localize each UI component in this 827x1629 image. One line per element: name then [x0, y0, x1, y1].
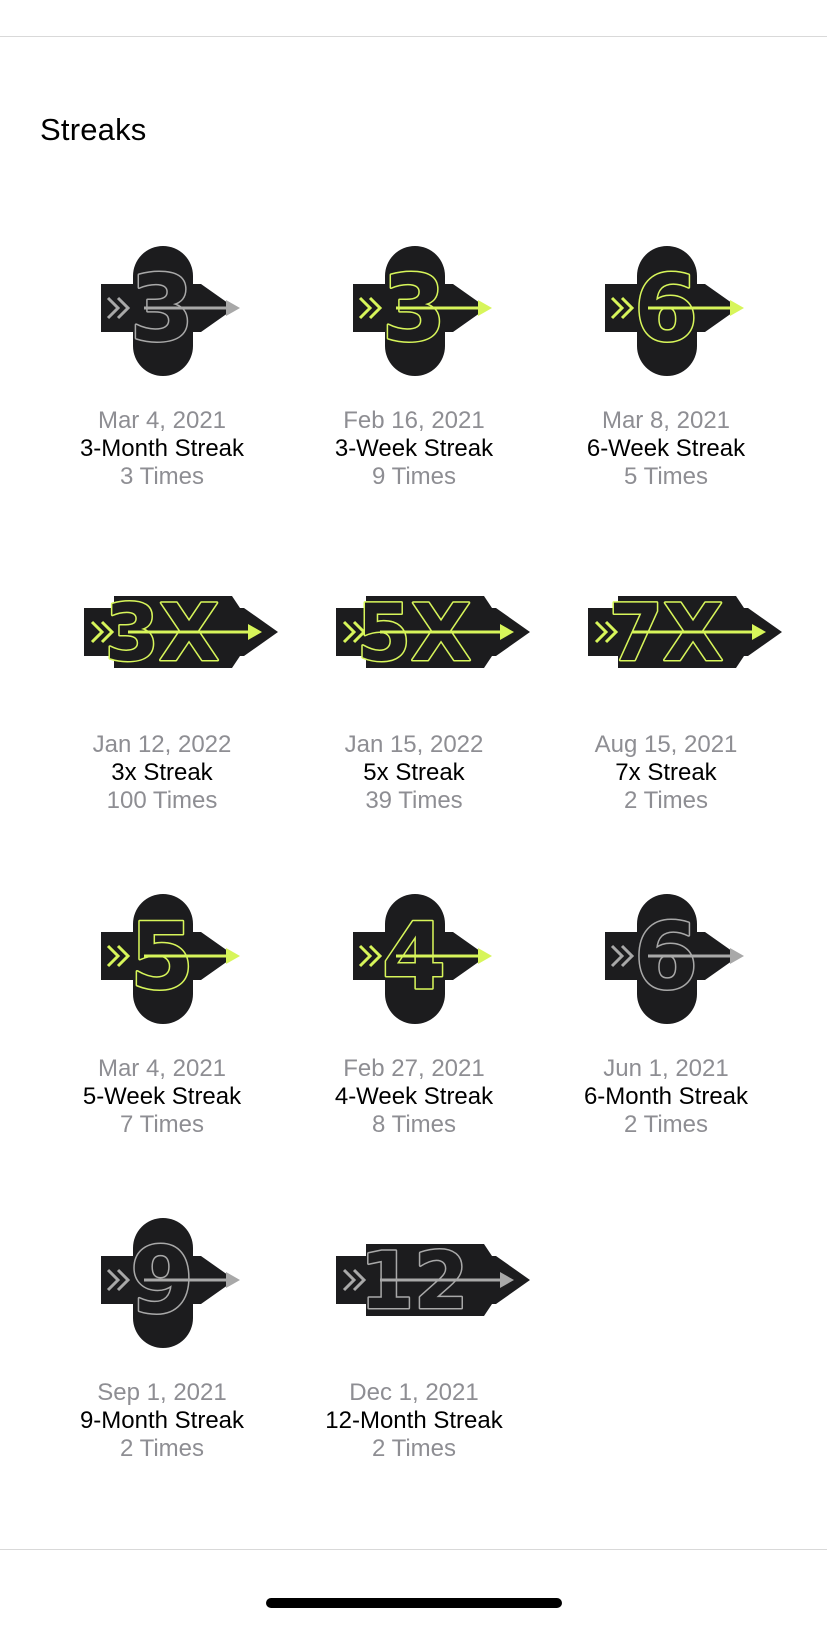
streak-card[interactable]: 5 Mar 4, 2021 5-Week Streak 7 Times: [36, 880, 288, 1180]
streak-5-badge-icon: 5: [36, 880, 288, 1050]
badge-number: 12: [360, 1237, 469, 1327]
streak-card[interactable]: 12 Dec 1, 2021 12-Month Streak 2 Times: [288, 1204, 540, 1504]
badge-count: 100 Times: [106, 787, 218, 814]
streak-4-badge-icon: 4: [288, 880, 540, 1050]
streak-card[interactable]: 3 Feb 16, 2021 3-Week Streak 9 Times: [288, 232, 540, 532]
badge-count: 2 Times: [623, 1111, 709, 1138]
badge-date: Jan 12, 2022: [92, 731, 232, 758]
streak-card[interactable]: 6 Mar 8, 2021 6-Week Streak 5 Times: [540, 232, 792, 532]
arrow-head-icon: [730, 948, 744, 964]
badge-date: Feb 16, 2021: [343, 407, 485, 434]
badge-name: 5x Streak: [363, 759, 465, 786]
badge-count: 39 Times: [365, 787, 463, 814]
badge-count: 9 Times: [371, 463, 457, 490]
badge-name: 7x Streak: [615, 759, 717, 786]
badge-date: Dec 1, 2021: [349, 1379, 479, 1406]
streak-6-badge-icon: 6: [540, 232, 792, 402]
badge-name: 9-Month Streak: [79, 1407, 245, 1434]
arrow-head-icon: [730, 300, 744, 316]
badge-name: 6-Month Streak: [583, 1083, 749, 1110]
badge-date: Jun 1, 2021: [603, 1055, 729, 1082]
badge-number: 7X: [609, 589, 723, 679]
badge-date: Mar 4, 2021: [97, 1055, 227, 1082]
streaks-grid: 3 Mar 4, 2021 3-Month Streak 3 Times 3 F…: [0, 0, 827, 1629]
badge-count: 7 Times: [119, 1111, 205, 1138]
badge-name: 5-Week Streak: [82, 1083, 242, 1110]
streak-card[interactable]: 9 Sep 1, 2021 9-Month Streak 2 Times: [36, 1204, 288, 1504]
badge-number: 3X: [105, 589, 219, 679]
badge-name: 4-Week Streak: [334, 1083, 494, 1110]
badge-count: 2 Times: [371, 1435, 457, 1462]
streak-12-badge-icon: 12: [288, 1204, 540, 1374]
badge-name: 6-Week Streak: [586, 435, 746, 462]
badge-date: Jan 15, 2022: [344, 731, 484, 758]
arrow-head-icon: [478, 948, 492, 964]
streak-3x-badge-icon: 3X: [36, 556, 288, 726]
arrow-head-icon: [226, 948, 240, 964]
arrow-head-icon: [226, 1272, 240, 1288]
badge-date: Mar 4, 2021: [97, 407, 227, 434]
streak-card[interactable]: 3X Jan 12, 2022 3x Streak 100 Times: [36, 556, 288, 856]
streak-9-badge-icon: 9: [36, 1204, 288, 1374]
bottom-divider: [0, 1549, 827, 1550]
streak-card[interactable]: 5X Jan 15, 2022 5x Streak 39 Times: [288, 556, 540, 856]
streak-card[interactable]: 4 Feb 27, 2021 4-Week Streak 8 Times: [288, 880, 540, 1180]
arrow-head-icon: [478, 300, 492, 316]
badge-count: 3 Times: [119, 463, 205, 490]
badge-count: 2 Times: [119, 1435, 205, 1462]
streak-7x-badge-icon: 7X: [540, 556, 792, 726]
badge-count: 8 Times: [371, 1111, 457, 1138]
streak-3-badge-icon: 3: [36, 232, 288, 402]
badge-number: 5X: [357, 589, 471, 679]
badge-date: Feb 27, 2021: [343, 1055, 485, 1082]
badge-count: 2 Times: [623, 787, 709, 814]
badge-name: 3-Month Streak: [79, 435, 245, 462]
badge-date: Mar 8, 2021: [601, 407, 731, 434]
badge-date: Aug 15, 2021: [594, 731, 738, 758]
streak-6-badge-icon: 6: [540, 880, 792, 1050]
streak-card[interactable]: 7X Aug 15, 2021 7x Streak 2 Times: [540, 556, 792, 856]
badge-name: 3-Week Streak: [334, 435, 494, 462]
badge-name: 12-Month Streak: [325, 1407, 503, 1434]
home-indicator[interactable]: [266, 1598, 562, 1608]
badge-name: 3x Streak: [111, 759, 213, 786]
streak-card[interactable]: 3 Mar 4, 2021 3-Month Streak 3 Times: [36, 232, 288, 532]
badge-date: Sep 1, 2021: [97, 1379, 227, 1406]
streak-card[interactable]: 6 Jun 1, 2021 6-Month Streak 2 Times: [540, 880, 792, 1180]
streak-3-badge-icon: 3: [288, 232, 540, 402]
arrow-head-icon: [226, 300, 240, 316]
streak-5x-badge-icon: 5X: [288, 556, 540, 726]
badge-count: 5 Times: [623, 463, 709, 490]
